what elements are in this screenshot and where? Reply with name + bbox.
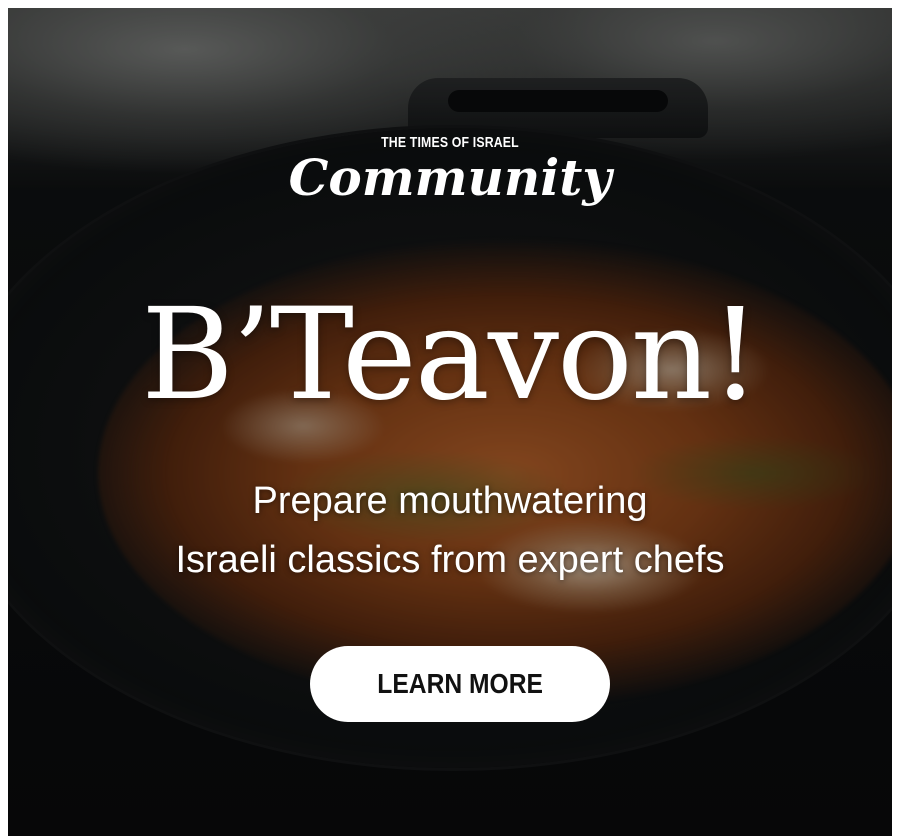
learn-more-label: LEARN MORE bbox=[377, 668, 543, 699]
ad-subheadline-line-1: Prepare mouthwatering bbox=[252, 480, 648, 522]
advertisement-banner[interactable]: THE TIMES OF ISRAEL Community B’Teavon! … bbox=[8, 8, 892, 836]
ad-subheadline-line-2: Israeli classics from expert chefs bbox=[175, 539, 725, 581]
ad-headline: B’Teavon! bbox=[141, 281, 760, 428]
learn-more-button[interactable]: LEARN MORE bbox=[310, 646, 610, 722]
brand-logo-community: Community bbox=[288, 148, 612, 207]
